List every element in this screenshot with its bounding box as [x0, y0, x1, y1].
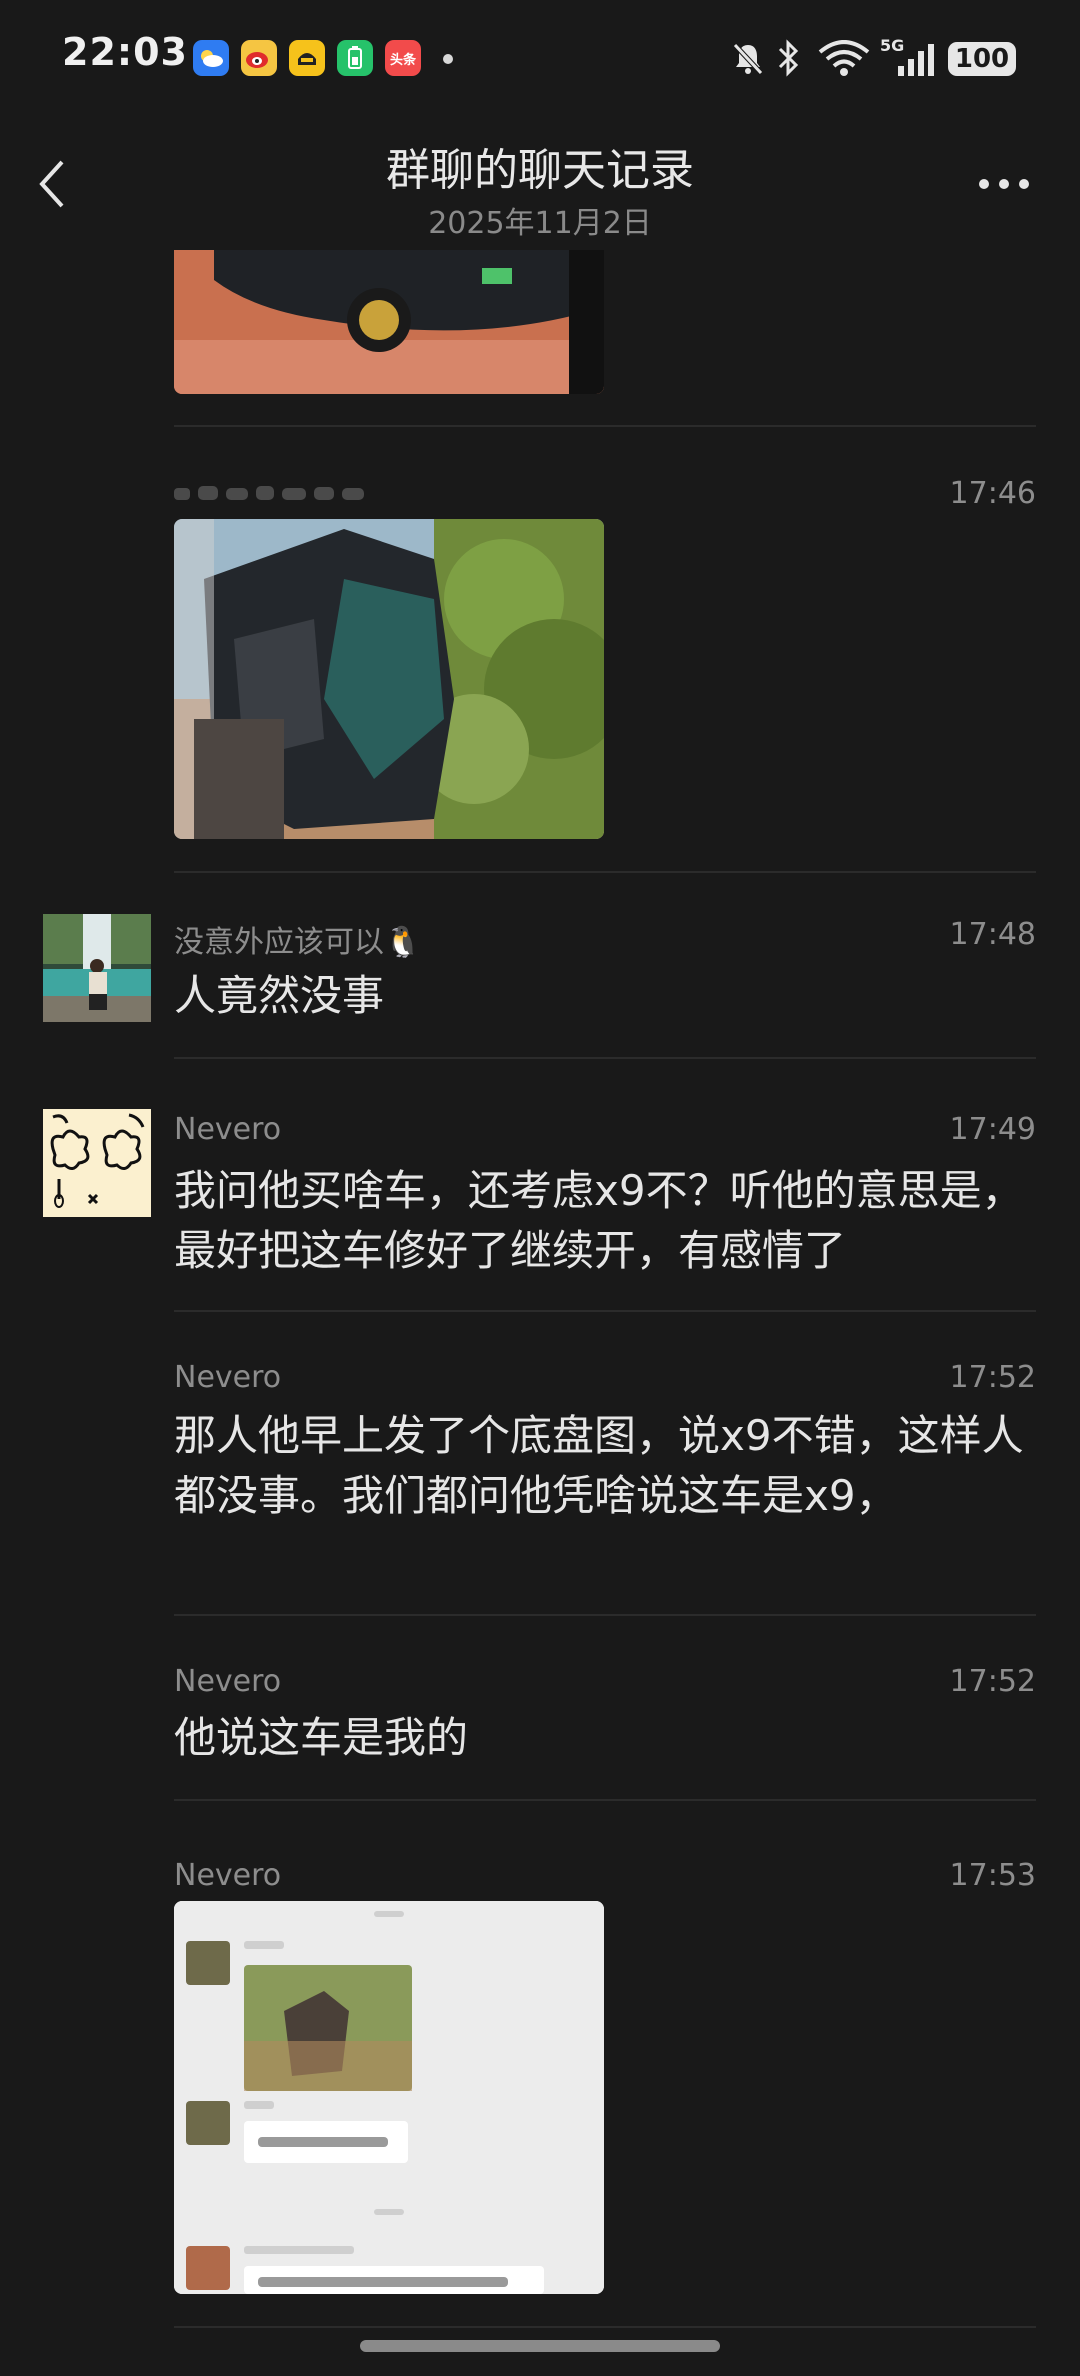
bluetooth-icon	[776, 38, 802, 82]
message-divider	[174, 1799, 1036, 1801]
message-image[interactable]	[174, 519, 604, 839]
message-time: 17:48	[949, 917, 1036, 952]
avatar-waterfall-image	[43, 914, 151, 1022]
sender-name: 没意外应该可以🐧	[174, 925, 422, 960]
status-time: 22:03	[62, 30, 188, 74]
message-divider	[174, 2326, 1036, 2328]
avatar-doodle-image	[43, 1109, 151, 1217]
more-icon	[979, 179, 1029, 189]
message-time: 17:52	[949, 1360, 1036, 1395]
wifi-icon	[818, 40, 870, 80]
crashed-car-photo	[174, 519, 604, 839]
sender-name: Nevero	[174, 1360, 282, 1395]
sender-name: Nevero	[174, 1112, 282, 1147]
home-indicator[interactable]	[360, 2340, 720, 2352]
battery-indicator: 100	[948, 42, 1016, 76]
message-divider	[174, 425, 1036, 427]
chat-screenshot-image	[174, 1901, 604, 2294]
battery-app-icon	[337, 40, 373, 76]
more-button[interactable]	[978, 174, 1030, 198]
toutiao-icon: 头条	[385, 40, 421, 76]
page-title: 群聊的聊天记录	[386, 145, 694, 196]
message-divider	[174, 1310, 1036, 1312]
weibo-icon	[241, 40, 277, 76]
crashed-car-photo	[174, 250, 604, 394]
message-divider	[174, 1057, 1036, 1059]
message-time: 17:53	[949, 1858, 1036, 1893]
message-text: 人竟然没事	[174, 971, 385, 1020]
message-text: 他说这车是我的	[174, 1713, 469, 1762]
message-image[interactable]	[174, 250, 604, 394]
toutiao-label: 头条	[389, 52, 416, 68]
message-image[interactable]	[174, 1901, 604, 2294]
message-time: 17:46	[949, 476, 1036, 511]
weather-icon	[193, 40, 229, 76]
sender-name: Nevero	[174, 1858, 282, 1893]
avatar[interactable]	[43, 1109, 151, 1217]
message-time: 17:52	[949, 1664, 1036, 1699]
message-text: 那人他早上发了个底盘图，说x9不错，这样人都没事。我们都问他凭啥说这车是x9，	[174, 1411, 1024, 1520]
sender-name-blurred	[174, 478, 414, 508]
notification-dot	[443, 54, 453, 64]
message-divider	[174, 1614, 1036, 1616]
fun-app-icon	[289, 40, 325, 76]
message-divider	[174, 871, 1036, 873]
page-subtitle: 2025年11月2日	[428, 206, 652, 241]
avatar[interactable]	[43, 914, 151, 1022]
sender-name: Nevero	[174, 1664, 282, 1699]
message-time: 17:49	[949, 1112, 1036, 1147]
message-text: 我问他买啥车，还考虑x9不？听他的意思是，最好把这车修好了继续开，有感情了	[174, 1166, 1024, 1275]
mute-bell-icon	[730, 40, 766, 80]
signal-icon	[888, 42, 936, 82]
